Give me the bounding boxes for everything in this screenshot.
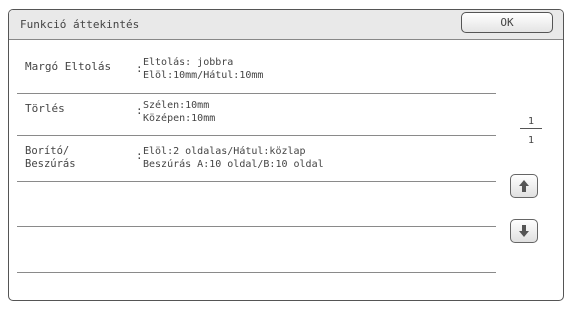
list-item: Törlés : Szélen:10mm Középen:10mm: [17, 93, 496, 136]
list-item: [17, 181, 496, 227]
setting-name: Törlés: [25, 102, 65, 115]
scroll-down-button[interactable]: [510, 219, 538, 243]
setting-value-line: Középen:10mm: [143, 112, 216, 124]
page-total: 1: [527, 135, 535, 146]
setting-value-line: Beszúrás A:10 oldal/B:10 oldal: [143, 158, 324, 170]
scroll-up-button[interactable]: [510, 174, 538, 198]
list-item: Margó Eltolás : Eltolás: jobbra Elöl:10m…: [17, 53, 496, 94]
setting-value-line: Eltolás: jobbra: [143, 57, 234, 68]
ok-button[interactable]: OK: [461, 12, 553, 33]
setting-value-line: Szélen:10mm: [143, 100, 210, 111]
setting-colon: :: [136, 104, 143, 117]
setting-name: Margó Eltolás: [25, 60, 112, 73]
list-item: [17, 226, 496, 273]
page-divider: [520, 128, 542, 129]
setting-colon: :: [136, 149, 143, 162]
setting-value-line: Elöl:2 oldalas/Hátul:közlap: [143, 146, 306, 157]
page-current: 1: [527, 116, 535, 127]
setting-value-line: Elöl:10mm/Hátul:10mm: [143, 69, 264, 81]
setting-name: Borító/ Beszúrás: [25, 145, 76, 170]
title-bar: Funkció áttekintés OK: [9, 10, 563, 40]
arrow-down-icon: [519, 225, 529, 237]
window-title: Funkció áttekintés: [20, 18, 140, 31]
setting-colon: :: [136, 62, 143, 75]
list-item: Borító/ Beszúrás : Elöl:2 oldalas/Hátul:…: [17, 135, 496, 182]
arrow-up-icon: [519, 180, 529, 192]
